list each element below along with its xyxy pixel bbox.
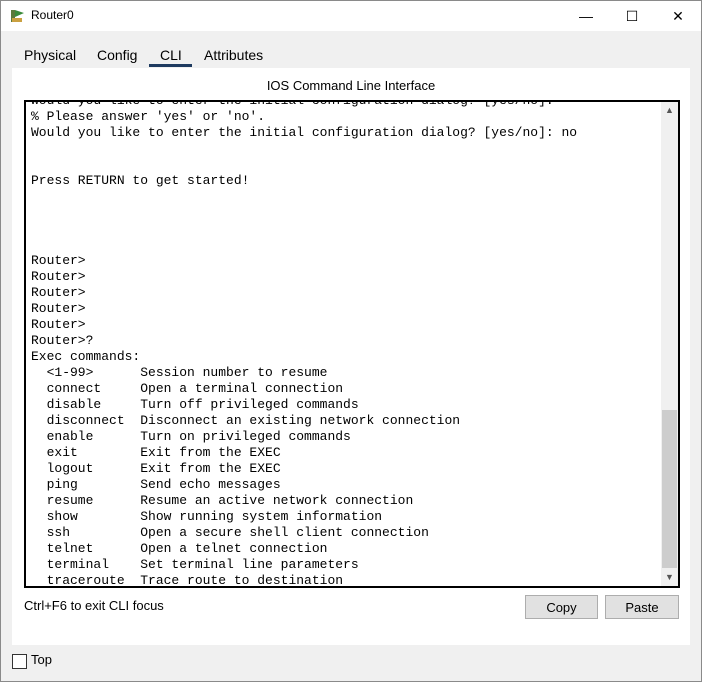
terminal-line: % Please answer 'yes' or 'no'. (31, 109, 266, 124)
title-bar[interactable]: Router0 — ☐ ✕ (1, 1, 701, 31)
close-button[interactable]: ✕ (655, 1, 701, 31)
cli-terminal[interactable]: Would you like to enter the initial conf… (24, 100, 680, 588)
terminal-line: logout Exit from the EXEC (31, 461, 281, 476)
tab-bar: Physical Config CLI Attributes (1, 31, 701, 68)
router-app-icon (11, 10, 24, 22)
cli-panel: IOS Command Line Interface Would you lik… (12, 68, 690, 645)
scroll-down-icon[interactable]: ▼ (661, 569, 678, 586)
terminal-line: Exec commands: (31, 349, 141, 364)
terminal-line: disable Turn off privileged commands (31, 397, 359, 412)
minimize-button[interactable]: — (563, 1, 609, 31)
terminal-line: Router>? (31, 333, 94, 348)
terminal-line: Router> (31, 317, 86, 332)
terminal-line: Router> (31, 301, 86, 316)
terminal-line: Router> (31, 253, 86, 268)
maximize-button[interactable]: ☐ (609, 1, 655, 31)
tab-physical[interactable]: Physical (24, 47, 76, 63)
terminal-line: Router> (31, 285, 86, 300)
terminal-scrollbar[interactable]: ▲ ▼ (661, 102, 678, 586)
terminal-line: terminal Set terminal line parameters (31, 557, 359, 572)
top-checkbox[interactable] (12, 654, 27, 669)
cli-heading: IOS Command Line Interface (266, 78, 436, 93)
terminal-line: Router> (31, 269, 86, 284)
terminal-line: connect Open a terminal connection (31, 381, 344, 396)
tab-cli[interactable]: CLI (160, 47, 182, 63)
scrollbar-thumb[interactable] (662, 410, 677, 568)
maximize-icon: ☐ (625, 7, 639, 24)
terminal-line: ping Send echo messages (31, 477, 281, 492)
tab-attributes[interactable]: Attributes (204, 47, 263, 63)
top-checkbox-label: Top (31, 652, 52, 667)
focus-hint: Ctrl+F6 to exit CLI focus (24, 598, 164, 613)
terminal-line: exit Exit from the EXEC (31, 445, 281, 460)
tab-config[interactable]: Config (97, 47, 137, 63)
minimize-icon: — (579, 8, 593, 24)
terminal-output: Would you like to enter the initial conf… (31, 100, 578, 588)
window-title: Router0 (31, 8, 74, 22)
scroll-up-icon[interactable]: ▲ (661, 102, 678, 119)
copy-button[interactable]: Copy (525, 595, 598, 619)
terminal-line: Would you like to enter the initial conf… (31, 100, 554, 108)
terminal-line: Press RETURN to get started! (31, 173, 250, 188)
terminal-line: Would you like to enter the initial conf… (31, 125, 578, 140)
terminal-line: disconnect Disconnect an existing networ… (31, 413, 461, 428)
terminal-line: traceroute Trace route to destination (31, 573, 344, 588)
terminal-line: telnet Open a telnet connection (31, 541, 328, 556)
paste-button[interactable]: Paste (605, 595, 679, 619)
terminal-line: enable Turn on privileged commands (31, 429, 351, 444)
terminal-line: show Show running system information (31, 509, 383, 524)
close-icon: ✕ (672, 7, 684, 24)
router-window: Router0 — ☐ ✕ Physical Config CLI Attrib… (0, 0, 702, 682)
terminal-line: <1-99> Session number to resume (31, 365, 328, 380)
terminal-line: resume Resume an active network connecti… (31, 493, 414, 508)
terminal-line: ssh Open a secure shell client connectio… (31, 525, 429, 540)
active-tab-indicator (149, 64, 192, 67)
